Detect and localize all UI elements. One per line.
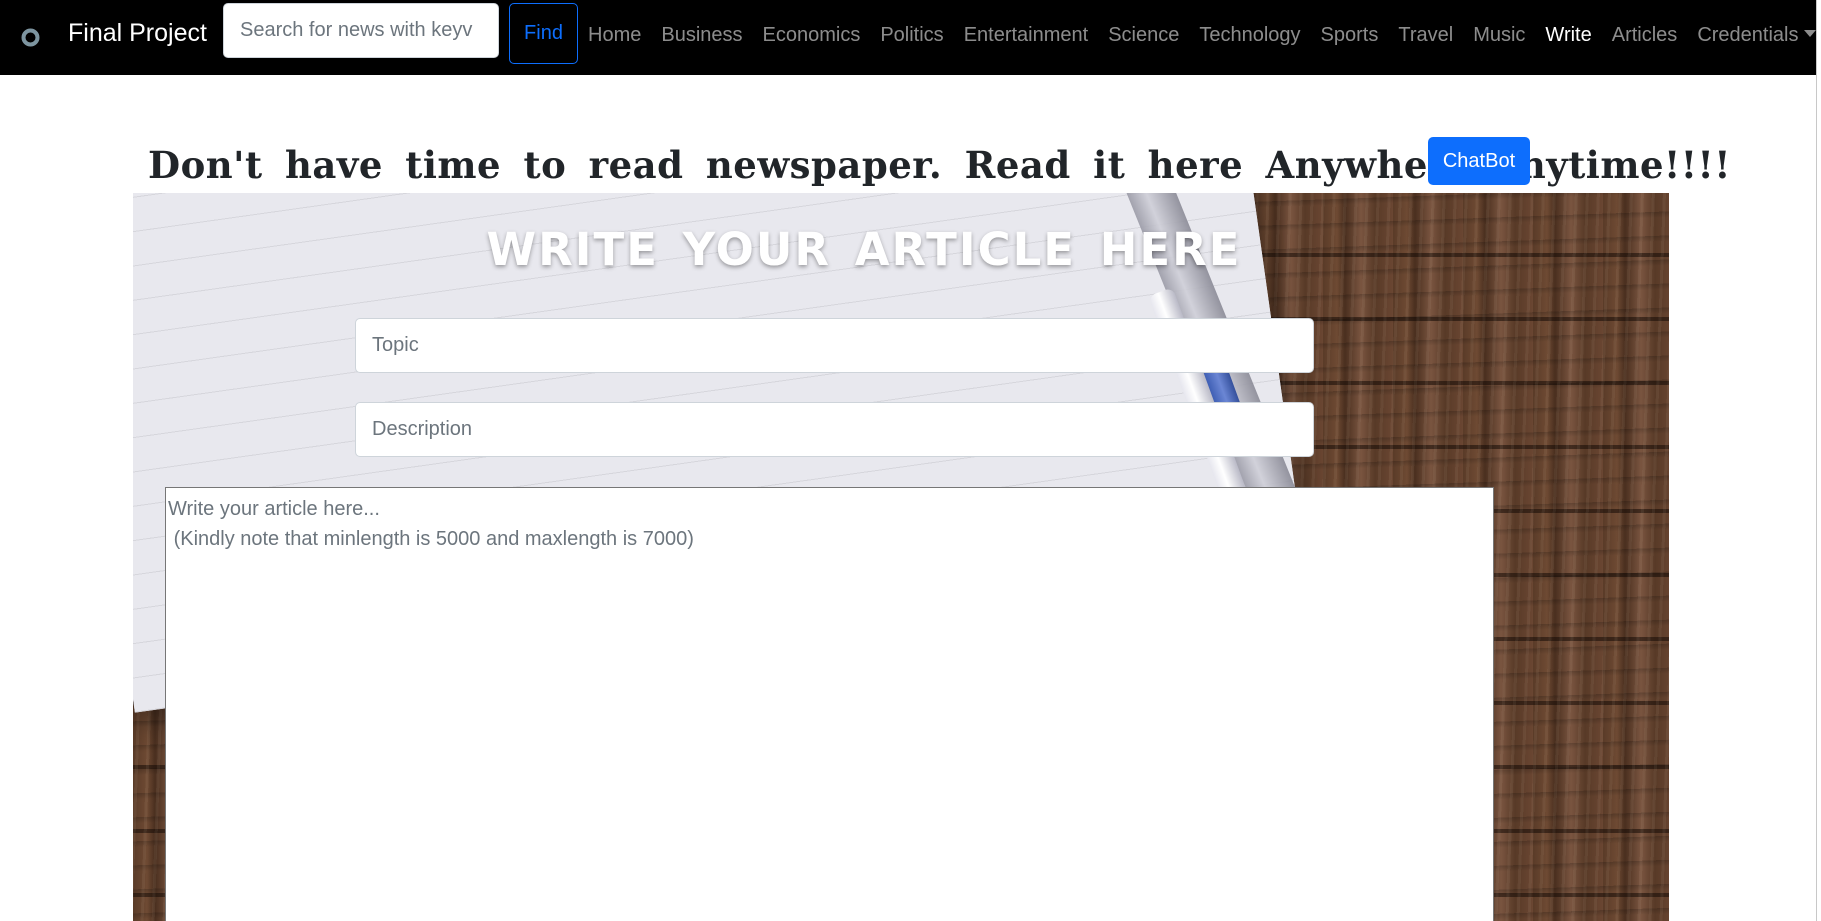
search-input[interactable] [223,3,499,58]
circle-logo-icon[interactable] [20,27,41,48]
page-scrollbar[interactable] [1816,0,1821,921]
brand-link[interactable]: Final Project [68,17,207,49]
nav-link-home[interactable]: Home [578,23,651,47]
nav-link-entertainment[interactable]: Entertainment [954,23,1099,47]
nav-links: Home Business Economics Politics Enterta… [578,0,1821,70]
nav-link-science[interactable]: Science [1098,23,1189,47]
nav-link-write[interactable]: Write [1535,23,1601,47]
nav-link-music[interactable]: Music [1463,23,1535,47]
top-navbar: Final Project Find Home Business Economi… [0,0,1817,75]
nav-link-articles[interactable]: Articles [1602,23,1688,47]
credentials-label: Credentials [1697,24,1799,46]
nav-link-economics[interactable]: Economics [753,23,871,47]
form-title: WRITE YOUR ARTICLE HERE [486,223,1242,276]
nav-link-sports[interactable]: Sports [1311,23,1389,47]
nav-link-technology[interactable]: Technology [1189,23,1310,47]
description-input[interactable] [355,402,1314,457]
article-textarea[interactable] [165,487,1494,921]
find-button[interactable]: Find [509,3,578,64]
topic-input[interactable] [355,318,1314,373]
nav-link-business[interactable]: Business [651,23,752,47]
nav-link-politics[interactable]: Politics [870,23,953,47]
credentials-dropdown[interactable]: Credentials [1687,23,1821,47]
chatbot-button[interactable]: ChatBot [1428,137,1530,185]
caret-down-icon [1804,30,1817,37]
nav-link-travel[interactable]: Travel [1388,23,1463,47]
article-form-panel: WRITE YOUR ARTICLE HERE [133,193,1669,921]
